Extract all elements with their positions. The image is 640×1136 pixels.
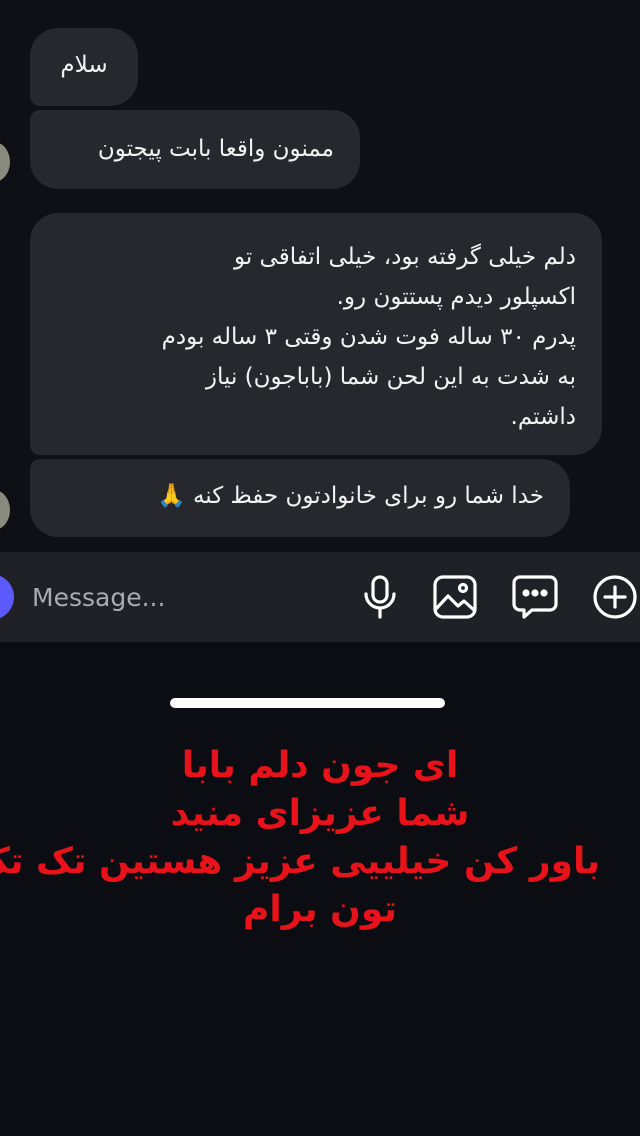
microphone-icon[interactable] — [355, 572, 405, 622]
message-text: ممنون واقعا بابت پیجتون — [97, 136, 334, 162]
message-line: داشتم. — [510, 404, 576, 430]
plus-circle-icon[interactable] — [590, 572, 640, 622]
message-input[interactable] — [32, 576, 332, 618]
caption-line: شما عزیزای منید — [170, 793, 470, 834]
chat-thread: سلام ممنون واقعا بابت پیجتون دلم خیلی گر… — [0, 0, 640, 552]
message-line: اکسپلور دیدم پستتون رو. — [336, 284, 576, 310]
message-composer — [0, 552, 640, 642]
avatar[interactable] — [0, 142, 10, 182]
sticker-icon[interactable] — [510, 572, 560, 622]
message-bubble[interactable]: ممنون واقعا بابت پیجتون — [30, 110, 360, 189]
screen: سلام ممنون واقعا بابت پیجتون دلم خیلی گر… — [0, 0, 640, 1136]
message-text: سلام — [60, 52, 108, 78]
caption-line: باور کن خیلییی عزیز هستین تک تک — [0, 841, 600, 882]
caption-line: تون برام — [243, 889, 397, 930]
message-line: به شدت به این لحن شما (باباجون) نیاز — [205, 364, 576, 390]
message-bubble[interactable]: سلام — [30, 28, 138, 106]
caption-line: ای جون دلم بابا — [181, 745, 459, 786]
message-line: پدرم ۳۰ ساله فوت شدن وقتی ۳ ساله بودم — [161, 324, 576, 350]
home-indicator — [170, 698, 445, 708]
message-bubble[interactable]: خدا شما رو برای خانوادتون حفظ کنه 🙏 — [30, 459, 570, 537]
message-bubble[interactable]: دلم خیلی گرفته بود، خیلی اتفاقی تو اکسپل… — [30, 213, 602, 455]
image-icon[interactable] — [430, 572, 480, 622]
message-line: دلم خیلی گرفته بود، خیلی اتفاقی تو — [233, 244, 576, 270]
caption-overlay: ای جون دلم بابا شما عزیزای منید باور کن … — [0, 742, 600, 934]
message-text: خدا شما رو برای خانوادتون حفظ کنه 🙏 — [157, 483, 544, 509]
camera-button[interactable] — [0, 574, 14, 620]
avatar[interactable] — [0, 490, 10, 530]
